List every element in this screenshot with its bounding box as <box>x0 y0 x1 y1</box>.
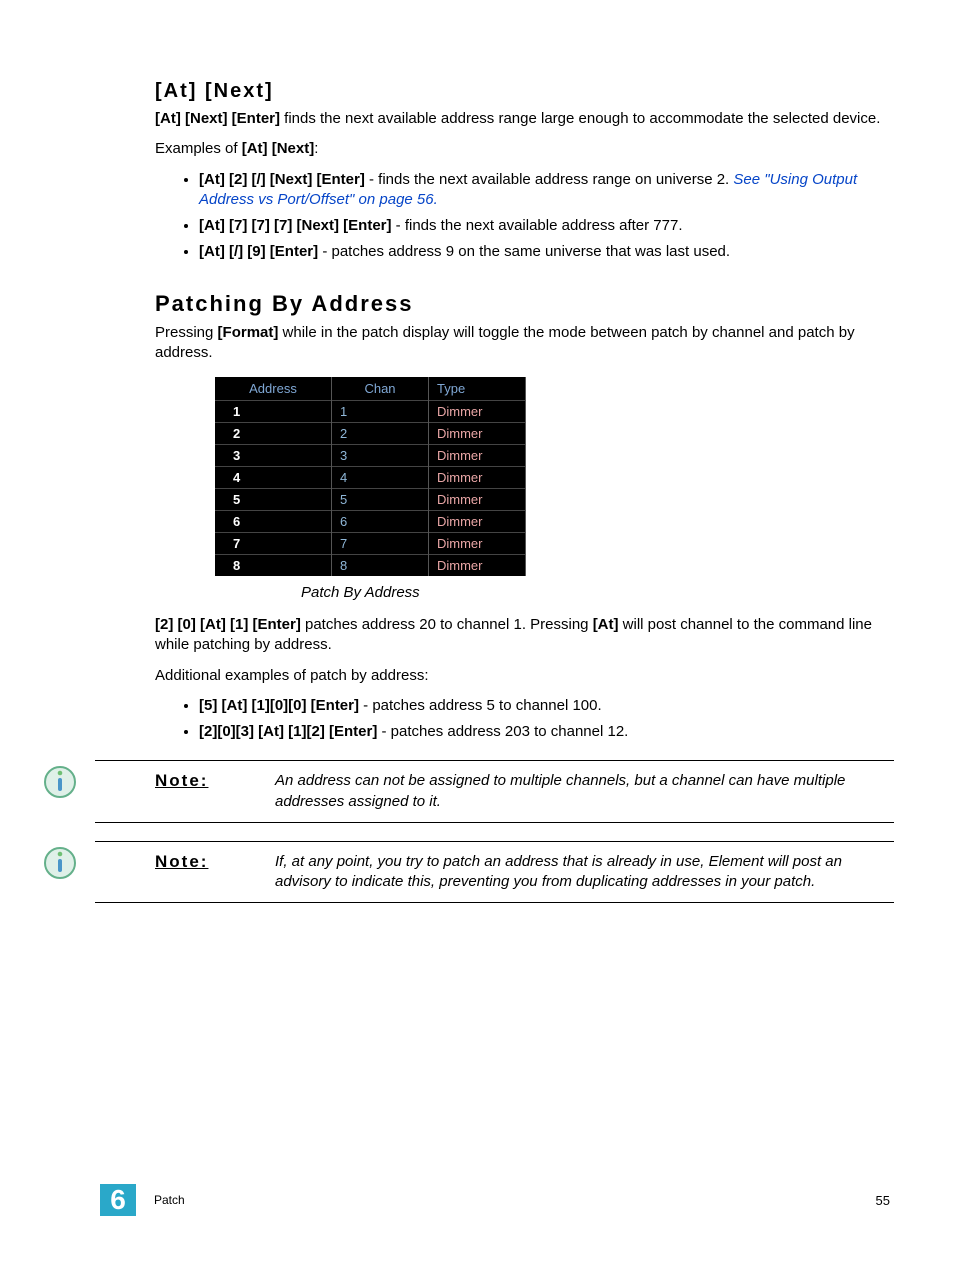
col-header-type: Type <box>429 377 526 401</box>
cell-address: 4 <box>215 467 332 489</box>
key-sequence: [2] [0] [At] [1] [Enter] <box>155 616 301 633</box>
cell-type: Dimmer <box>429 533 526 555</box>
cell-type: Dimmer <box>429 489 526 511</box>
key-sequence: [At] <box>593 616 619 633</box>
page-number: 55 <box>876 1193 890 1208</box>
document-page: [At] [Next] [At] [Next] [Enter] finds th… <box>0 0 954 1272</box>
chapter-number-badge: 6 <box>100 1184 136 1216</box>
table-row: 77Dimmer <box>215 533 526 555</box>
paragraph: [2] [0] [At] [1] [Enter] patches address… <box>155 615 894 656</box>
info-icon <box>43 765 77 803</box>
table-row: 22Dimmer <box>215 423 526 445</box>
cell-chan: 2 <box>332 423 429 445</box>
key-sequence: [5] [At] [1][0][0] [Enter] <box>199 697 359 714</box>
table-row: 33Dimmer <box>215 445 526 467</box>
key-sequence: [2][0][3] [At] [1][2] [Enter] <box>199 723 377 740</box>
key-sequence: [At] [Next] [Enter] <box>155 110 280 127</box>
paragraph: Pressing [Format] while in the patch dis… <box>155 323 894 364</box>
list-item: [At] [7] [7] [7] [Next] [Enter] - finds … <box>199 216 894 236</box>
text: Examples of <box>155 140 242 157</box>
cell-chan: 6 <box>332 511 429 533</box>
cell-address: 5 <box>215 489 332 511</box>
cell-address: 3 <box>215 445 332 467</box>
col-header-chan: Chan <box>332 377 429 401</box>
cell-chan: 7 <box>332 533 429 555</box>
note-box: Note: An address can not be assigned to … <box>95 760 894 823</box>
patch-by-address-table: Address Chan Type 11Dimmer22Dimmer33Dimm… <box>215 377 526 576</box>
heading-at-next: [At] [Next] <box>155 80 894 103</box>
table-caption: Patch By Address <box>301 584 894 601</box>
bullet-list: [At] [2] [/] [Next] [Enter] - finds the … <box>155 170 894 263</box>
list-item: [5] [At] [1][0][0] [Enter] - patches add… <box>199 696 894 716</box>
note-text: An address can not be assigned to multip… <box>275 771 894 812</box>
text: - finds the next available address after… <box>392 217 683 234</box>
cell-type: Dimmer <box>429 467 526 489</box>
chapter-name: Patch <box>154 1193 185 1207</box>
list-item: [At] [2] [/] [Next] [Enter] - finds the … <box>199 170 894 211</box>
text: - patches address 9 on the same universe… <box>318 243 730 260</box>
cell-address: 2 <box>215 423 332 445</box>
note-text: If, at any point, you try to patch an ad… <box>275 852 894 893</box>
cell-address: 7 <box>215 533 332 555</box>
cell-chan: 3 <box>332 445 429 467</box>
cell-chan: 8 <box>332 555 429 577</box>
paragraph: [At] [Next] [Enter] finds the next avail… <box>155 109 894 129</box>
list-item: [At] [/] [9] [Enter] - patches address 9… <box>199 242 894 262</box>
paragraph: Additional examples of patch by address: <box>155 666 894 686</box>
text: - finds the next available address range… <box>365 171 734 188</box>
text: - patches address 5 to channel 100. <box>359 697 602 714</box>
bullet-list: [5] [At] [1][0][0] [Enter] - patches add… <box>155 696 894 743</box>
cell-chan: 4 <box>332 467 429 489</box>
cell-type: Dimmer <box>429 401 526 423</box>
text: patches address 20 to channel 1. Pressin… <box>301 616 593 633</box>
key-sequence: [Format] <box>218 324 279 341</box>
table-row: 11Dimmer <box>215 401 526 423</box>
note-box: Note: If, at any point, you try to patch… <box>95 841 894 904</box>
cell-address: 1 <box>215 401 332 423</box>
heading-patching-by-address: Patching By Address <box>155 291 894 317</box>
cell-address: 6 <box>215 511 332 533</box>
note-label: Note: <box>155 771 275 812</box>
cell-type: Dimmer <box>429 555 526 577</box>
key-sequence: [At] [7] [7] [7] [Next] [Enter] <box>199 217 392 234</box>
table-row: 88Dimmer <box>215 555 526 577</box>
text: Pressing <box>155 324 218 341</box>
key-sequence: [At] [2] [/] [Next] [Enter] <box>199 171 365 188</box>
text: - patches address 203 to channel 12. <box>377 723 628 740</box>
key-sequence: [At] [/] [9] [Enter] <box>199 243 318 260</box>
text: : <box>314 140 318 157</box>
paragraph: Examples of [At] [Next]: <box>155 139 894 159</box>
cell-address: 8 <box>215 555 332 577</box>
info-icon <box>43 846 77 884</box>
text: finds the next available address range l… <box>280 110 880 127</box>
patch-table-container: Address Chan Type 11Dimmer22Dimmer33Dimm… <box>215 377 894 576</box>
table-row: 55Dimmer <box>215 489 526 511</box>
cell-chan: 1 <box>332 401 429 423</box>
table-row: 44Dimmer <box>215 467 526 489</box>
cell-type: Dimmer <box>429 423 526 445</box>
key-sequence: [At] [Next] <box>242 140 315 157</box>
table-row: 66Dimmer <box>215 511 526 533</box>
cell-type: Dimmer <box>429 511 526 533</box>
page-footer: 6 Patch 55 <box>100 1184 890 1216</box>
col-header-address: Address <box>215 377 332 401</box>
cell-chan: 5 <box>332 489 429 511</box>
cell-type: Dimmer <box>429 445 526 467</box>
note-label: Note: <box>155 852 275 893</box>
table-header-row: Address Chan Type <box>215 377 526 401</box>
list-item: [2][0][3] [At] [1][2] [Enter] - patches … <box>199 722 894 742</box>
